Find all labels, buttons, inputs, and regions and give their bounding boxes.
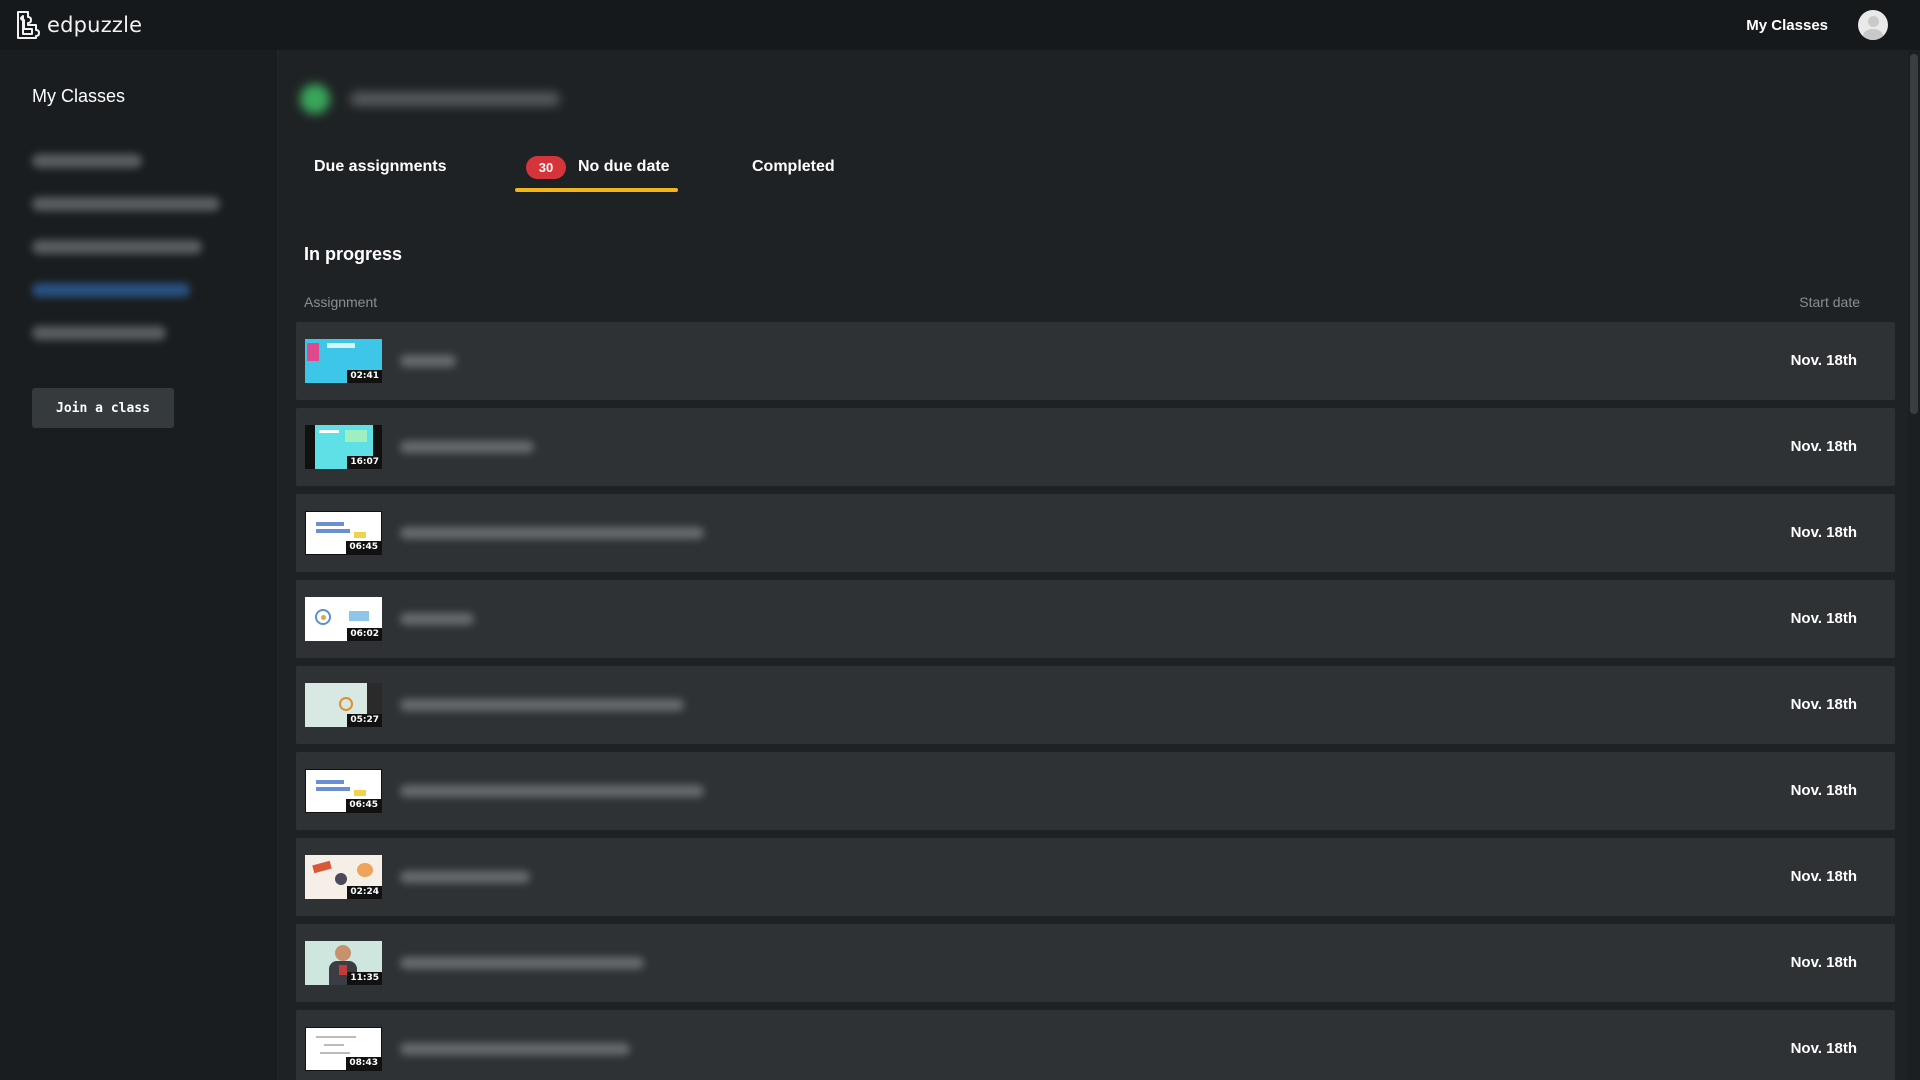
class-name — [350, 92, 560, 106]
start-date: Nov. 18th — [1790, 610, 1857, 627]
assignment-row[interactable]: 02:24 Nov. 18th — [296, 838, 1895, 916]
sidebar-class-item[interactable] — [32, 240, 202, 254]
tab-label: Due assignments — [314, 158, 447, 175]
sidebar-class-item-active[interactable] — [32, 283, 190, 297]
video-duration: 16:07 — [347, 456, 382, 469]
video-thumbnail: 06:02 — [305, 597, 382, 641]
video-duration: 05:27 — [347, 714, 382, 727]
video-thumbnail: 08:43 — [305, 1027, 382, 1071]
start-date: Nov. 18th — [1790, 696, 1857, 713]
assignment-title — [400, 441, 534, 453]
column-header-assignment: Assignment — [304, 294, 378, 310]
tab-completed[interactable]: Completed — [752, 150, 835, 192]
start-date: Nov. 18th — [1790, 438, 1857, 455]
sidebar-class-item[interactable] — [32, 197, 220, 211]
video-thumbnail: 16:07 — [305, 425, 382, 469]
count-badge: 30 — [526, 155, 566, 179]
scrollbar-thumb[interactable] — [1910, 54, 1918, 414]
start-date: Nov. 18th — [1790, 868, 1857, 885]
sidebar: My Classes Join a class — [0, 50, 278, 1080]
video-duration: 06:45 — [346, 799, 381, 812]
start-date: Nov. 18th — [1790, 954, 1857, 971]
column-header-start-date: Start date — [1799, 294, 1860, 310]
sidebar-class-item[interactable] — [32, 326, 166, 340]
my-classes-link[interactable]: My Classes — [1746, 17, 1828, 34]
join-class-button[interactable]: Join a class — [32, 388, 174, 428]
video-duration: 08:43 — [346, 1057, 381, 1070]
assignment-title — [400, 1043, 630, 1055]
start-date: Nov. 18th — [1790, 1040, 1857, 1057]
assignment-row[interactable]: 06:45 Nov. 18th — [296, 752, 1895, 830]
start-date: Nov. 18th — [1790, 524, 1857, 541]
sidebar-class-item[interactable] — [32, 154, 142, 168]
brand-logo[interactable]: edpuzzle — [14, 9, 142, 41]
assignment-title — [400, 527, 704, 539]
video-thumbnail: 06:45 — [305, 769, 382, 813]
top-bar: edpuzzle My Classes — [0, 0, 1920, 50]
video-thumbnail: 02:24 — [305, 855, 382, 899]
edpuzzle-logo-icon — [17, 11, 40, 39]
class-avatar — [300, 84, 330, 114]
assignment-title — [400, 957, 644, 969]
assignment-row[interactable]: 11:35 Nov. 18th — [296, 924, 1895, 1002]
video-duration: 02:41 — [347, 370, 382, 383]
assignment-row[interactable]: 05:27 Nov. 18th — [296, 666, 1895, 744]
brand-name: edpuzzle — [47, 13, 143, 37]
video-thumbnail: 06:45 — [305, 511, 382, 555]
assignment-row[interactable]: 06:45 Nov. 18th — [296, 494, 1895, 572]
video-thumbnail: 05:27 — [305, 683, 382, 727]
assignment-row[interactable]: 08:43 Nov. 18th — [296, 1010, 1895, 1080]
video-duration: 06:45 — [346, 541, 381, 554]
assignment-title — [400, 613, 474, 625]
assignment-row[interactable]: 02:41 Nov. 18th — [296, 322, 1895, 400]
start-date: Nov. 18th — [1790, 782, 1857, 799]
sidebar-title: My Classes — [32, 86, 126, 106]
class-header — [300, 84, 560, 114]
assignment-title — [400, 785, 704, 797]
video-thumbnail: 11:35 — [305, 941, 382, 985]
active-tab-indicator — [515, 188, 678, 192]
tab-due-assignments[interactable]: Due assignments — [314, 150, 446, 192]
user-avatar-icon[interactable] — [1858, 10, 1888, 40]
assignment-list: 02:41 Nov. 18th 16:07 Nov. 18th 06:45 No… — [296, 322, 1895, 1080]
assignment-tabs: Due assignments 30 No due date Completed — [300, 150, 900, 192]
tab-label: Completed — [752, 158, 835, 175]
start-date: Nov. 18th — [1790, 352, 1857, 369]
tab-label: No due date — [578, 158, 670, 175]
tab-no-due-date[interactable]: 30 No due date — [515, 150, 678, 192]
section-title: In progress — [304, 244, 403, 264]
assignment-title — [400, 355, 456, 367]
assignment-row[interactable]: 06:02 Nov. 18th — [296, 580, 1895, 658]
assignment-title — [400, 699, 684, 711]
video-duration: 06:02 — [347, 628, 382, 641]
page-scrollbar[interactable] — [1908, 50, 1920, 1080]
assignment-row[interactable]: 16:07 Nov. 18th — [296, 408, 1895, 486]
video-duration: 02:24 — [347, 886, 382, 899]
assignment-title — [400, 871, 530, 883]
video-duration: 11:35 — [347, 972, 382, 985]
video-thumbnail: 02:41 — [305, 339, 382, 383]
